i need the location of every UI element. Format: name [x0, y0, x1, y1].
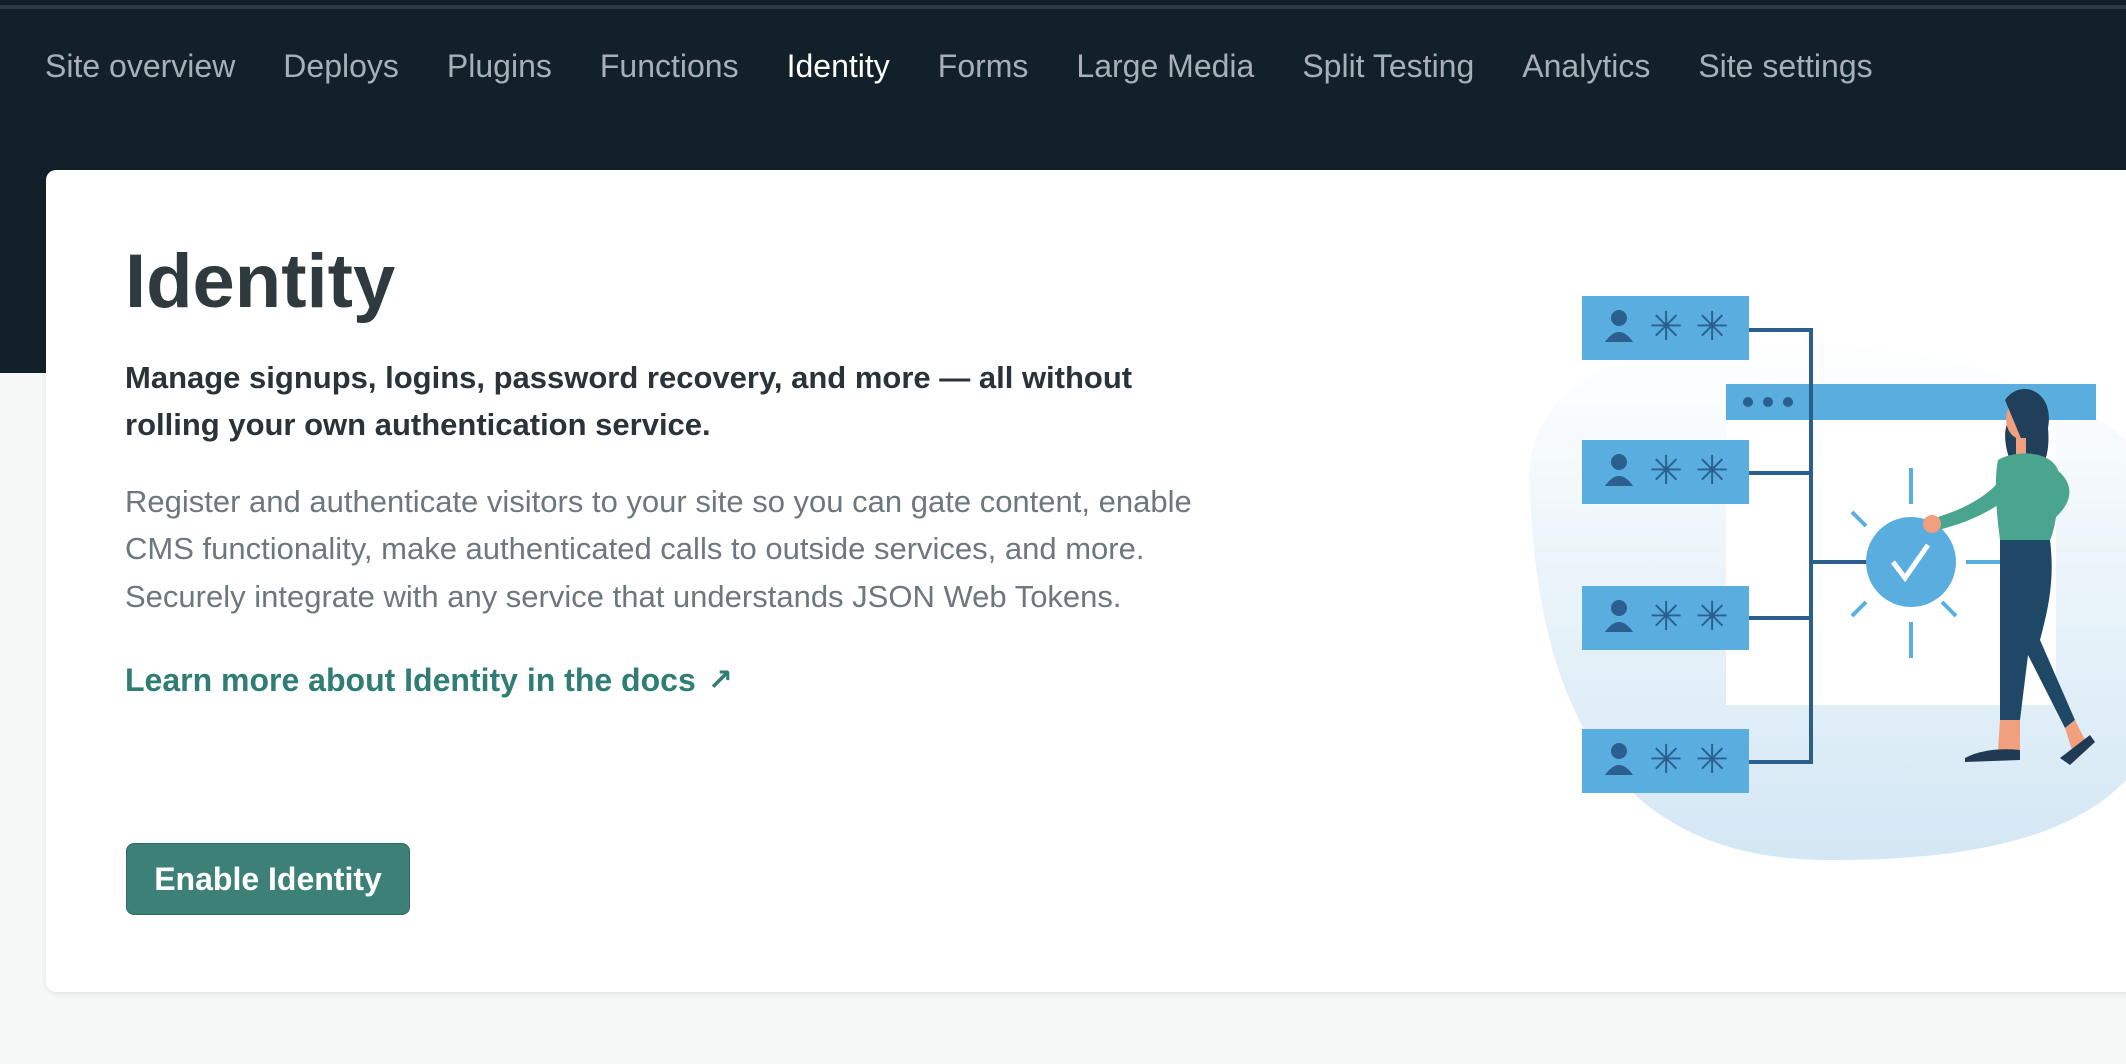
- browser-dot: [1783, 397, 1793, 407]
- identity-content: Identity Manage signups, logins, passwor…: [125, 240, 1225, 699]
- header-divider: [0, 5, 2126, 9]
- arrow-up-right-icon: ↗: [707, 664, 733, 698]
- tab-forms[interactable]: Forms: [938, 48, 1029, 85]
- docs-link[interactable]: Learn more about Identity in the docs ↗: [125, 662, 733, 699]
- tab-split-testing[interactable]: Split Testing: [1302, 48, 1474, 85]
- tab-analytics[interactable]: Analytics: [1522, 48, 1650, 85]
- docs-link-label: Learn more about Identity in the docs: [125, 662, 696, 699]
- login-row: ✳ ✳: [1582, 296, 1749, 360]
- tab-deploys[interactable]: Deploys: [283, 48, 399, 85]
- svg-text:✳: ✳: [1649, 737, 1683, 783]
- svg-text:✳: ✳: [1695, 594, 1729, 640]
- enable-identity-button[interactable]: Enable Identity: [126, 843, 410, 915]
- tab-identity[interactable]: Identity: [787, 48, 890, 85]
- tab-plugins[interactable]: Plugins: [447, 48, 552, 85]
- svg-text:✳: ✳: [1695, 448, 1729, 494]
- login-row: ✳ ✳: [1582, 440, 1749, 504]
- description-text: Register and authenticate visitors to yo…: [125, 483, 1192, 614]
- tab-site-settings[interactable]: Site settings: [1698, 48, 1872, 85]
- browser-dot: [1743, 397, 1753, 407]
- svg-text:✳: ✳: [1649, 594, 1683, 640]
- svg-text:✳: ✳: [1695, 737, 1729, 783]
- svg-text:✳: ✳: [1649, 304, 1683, 350]
- tab-large-media[interactable]: Large Media: [1076, 48, 1254, 85]
- browser-dot: [1763, 397, 1773, 407]
- tab-functions[interactable]: Functions: [600, 48, 739, 85]
- identity-illustration: ✳ ✳ ✳ ✳ ✳ ✳ ✳ ✳: [1529, 296, 2126, 861]
- login-row: ✳ ✳: [1582, 586, 1749, 650]
- page-title: Identity: [125, 239, 396, 324]
- lead-text: Manage signups, logins, password recover…: [125, 359, 1133, 442]
- svg-text:✳: ✳: [1695, 304, 1729, 350]
- site-nav: Site overview Deploys Plugins Functions …: [0, 40, 1921, 92]
- svg-text:✳: ✳: [1649, 448, 1683, 494]
- login-row: ✳ ✳: [1582, 729, 1749, 793]
- tab-site-overview[interactable]: Site overview: [45, 48, 235, 85]
